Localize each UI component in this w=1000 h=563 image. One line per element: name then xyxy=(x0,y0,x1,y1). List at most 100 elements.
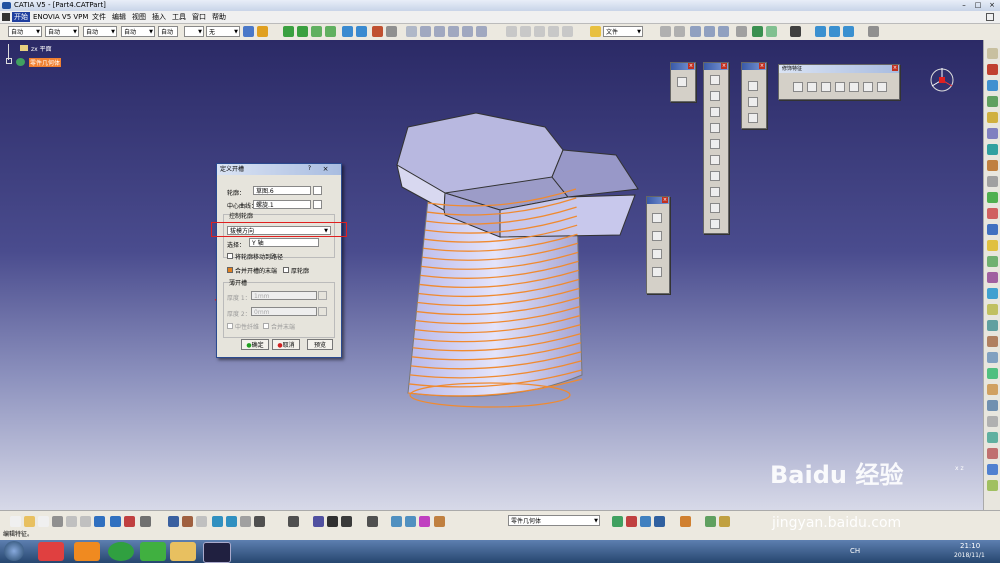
right-tool-icon[interactable] xyxy=(987,352,998,363)
sketch-icon[interactable] xyxy=(313,200,322,209)
bottom-tool-icon[interactable] xyxy=(80,516,91,527)
bolt-model[interactable] xyxy=(380,75,660,435)
right-tool-icon[interactable] xyxy=(987,160,998,171)
close-icon[interactable]: × xyxy=(759,63,765,69)
bottom-tool-icon[interactable] xyxy=(254,516,265,527)
center-curve-field[interactable]: 螺旋.1 xyxy=(253,200,311,209)
snap-icon[interactable] xyxy=(520,26,531,37)
close-button[interactable]: × xyxy=(986,1,998,10)
expand-icon[interactable] xyxy=(6,58,12,64)
bottom-tool-icon[interactable] xyxy=(654,516,665,527)
maximize-button[interactable]: □ xyxy=(972,1,984,10)
rotate-part-icon[interactable] xyxy=(652,231,662,241)
boolean-icon[interactable] xyxy=(815,26,826,37)
menu-file[interactable]: 文件 xyxy=(90,12,108,22)
right-tool-icon[interactable] xyxy=(987,384,998,395)
app-icon-1[interactable] xyxy=(38,542,64,561)
merge-ends2-checkbox[interactable] xyxy=(263,323,269,329)
right-tool-icon[interactable] xyxy=(987,224,998,235)
ruler-icon[interactable] xyxy=(736,26,747,37)
right-tool-icon[interactable] xyxy=(987,48,998,59)
align-icon[interactable] xyxy=(562,26,573,37)
chamfer-icon[interactable] xyxy=(807,82,817,92)
bottom-tool-icon[interactable] xyxy=(367,516,378,527)
right-tool-icon[interactable] xyxy=(987,256,998,267)
menu-view[interactable]: 视图 xyxy=(130,12,148,22)
bottom-tool-icon[interactable] xyxy=(226,516,237,527)
stiffener-icon[interactable] xyxy=(710,187,720,197)
close-icon[interactable]: × xyxy=(688,63,694,69)
layer-combo[interactable]: 无 ▼ xyxy=(206,26,240,37)
bottom-tool-icon[interactable] xyxy=(434,516,445,527)
right-tool-icon[interactable] xyxy=(987,288,998,299)
folder-icon[interactable] xyxy=(590,26,601,37)
rotate-icon[interactable] xyxy=(297,26,308,37)
hidden-edges-icon[interactable] xyxy=(462,26,473,37)
translate-icon[interactable] xyxy=(652,213,662,223)
right-tool-icon[interactable] xyxy=(987,480,998,491)
menu-start[interactable]: 开始 xyxy=(12,12,30,22)
bottom-tool-icon[interactable] xyxy=(38,516,49,527)
right-tool-icon[interactable] xyxy=(987,272,998,283)
right-tool-icon[interactable] xyxy=(987,240,998,251)
fit-all-icon[interactable] xyxy=(356,26,367,37)
assemble-icon[interactable] xyxy=(829,26,840,37)
grid-icon[interactable] xyxy=(534,26,545,37)
menu-help[interactable]: 帮助 xyxy=(210,12,228,22)
ime-indicator[interactable]: CH xyxy=(850,547,860,555)
rib-icon[interactable] xyxy=(710,155,720,165)
bottom-tool-icon[interactable] xyxy=(240,516,251,527)
sketch-icon[interactable] xyxy=(677,77,687,87)
bottom-tool-icon[interactable] xyxy=(182,516,193,527)
pocket-icon[interactable] xyxy=(710,91,720,101)
bottom-tool-icon[interactable] xyxy=(110,516,121,527)
copy-icon[interactable] xyxy=(506,26,517,37)
normal-view-icon[interactable] xyxy=(342,26,353,37)
wechat-icon[interactable] xyxy=(140,542,166,561)
merge-ends-checkbox[interactable] xyxy=(227,267,233,273)
hole-icon[interactable] xyxy=(710,139,720,149)
update-icon[interactable] xyxy=(766,26,777,37)
app-icon-2[interactable] xyxy=(74,542,100,561)
catalog-icon[interactable] xyxy=(868,26,879,37)
bottom-tool-icon[interactable] xyxy=(327,516,338,527)
right-tool-icon[interactable] xyxy=(987,336,998,347)
linetype-combo[interactable]: 自动 ▼ xyxy=(83,26,117,37)
menu-edit[interactable]: 编辑 xyxy=(110,12,128,22)
bottom-tool-icon[interactable] xyxy=(168,516,179,527)
thickness2-field[interactable]: 0mm xyxy=(251,307,317,316)
bottom-tool-icon[interactable] xyxy=(612,516,623,527)
spinner-icon[interactable] xyxy=(318,291,327,300)
close-button[interactable]: × xyxy=(321,165,330,173)
wireframe-icon[interactable] xyxy=(448,26,459,37)
tree-node-part-body[interactable]: 零件几何体 xyxy=(29,58,62,67)
right-tool-icon[interactable] xyxy=(987,208,998,219)
point-icon[interactable] xyxy=(748,81,758,91)
right-tool-icon[interactable] xyxy=(987,320,998,331)
right-tool-icon[interactable] xyxy=(987,176,998,187)
properties-icon[interactable] xyxy=(257,26,268,37)
material-icon[interactable] xyxy=(476,26,487,37)
right-tool-icon[interactable] xyxy=(987,464,998,475)
start-button[interactable] xyxy=(4,541,24,561)
bottom-tool-icon[interactable] xyxy=(94,516,105,527)
tree-node-zx-plane[interactable]: zx 平面 xyxy=(31,44,52,53)
shading-icon[interactable] xyxy=(420,26,431,37)
dot-combo[interactable]: ▼ xyxy=(184,26,204,37)
folder-icon[interactable] xyxy=(170,542,196,561)
close-icon[interactable]: × xyxy=(662,197,668,203)
remove-loft-icon[interactable] xyxy=(710,219,720,229)
profile-field[interactable]: 草图.6 xyxy=(253,186,311,195)
close-icon[interactable]: × xyxy=(721,63,727,69)
slot-icon[interactable] xyxy=(710,171,720,181)
painter-icon[interactable] xyxy=(243,26,254,37)
cancel-button[interactable]: ●取消 xyxy=(272,339,300,350)
pointer-icon[interactable] xyxy=(660,26,671,37)
compass-icon[interactable] xyxy=(928,66,956,94)
bottom-tool-icon[interactable] xyxy=(288,516,299,527)
spinner-icon[interactable] xyxy=(318,307,327,316)
pad-icon[interactable] xyxy=(710,75,720,85)
point-combo[interactable]: 自动 xyxy=(158,26,178,37)
bottom-tool-icon[interactable] xyxy=(341,516,352,527)
preview-button[interactable]: 预览 xyxy=(307,339,333,350)
